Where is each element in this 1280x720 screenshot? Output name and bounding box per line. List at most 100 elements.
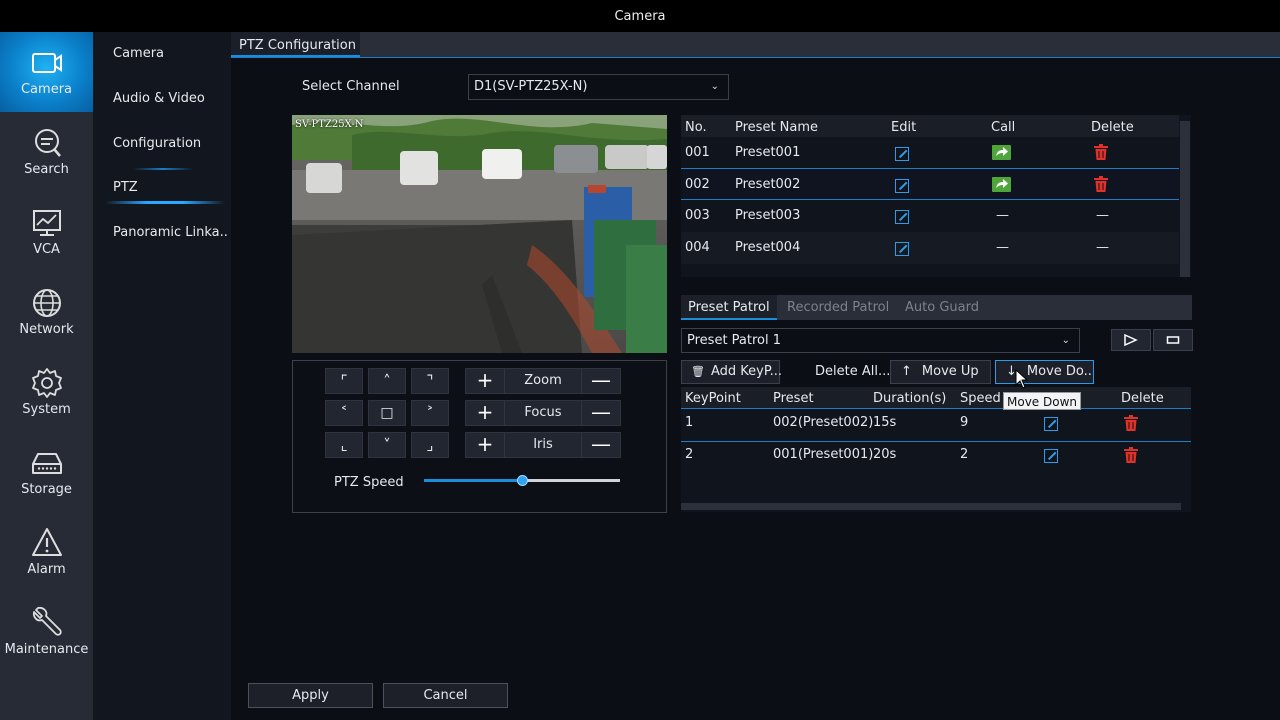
chevron-down-icon: ⌄ [1061,335,1070,346]
ptz-speed-slider[interactable] [424,475,620,486]
ptz-stop-button[interactable]: □ [368,400,406,426]
vca-icon [30,206,64,240]
ptz-down-button[interactable]: ˅ [368,432,406,458]
ptz-up-left-button[interactable]: ⌜ [325,368,363,394]
move-up-button[interactable]: ↑ Move Up [890,360,991,384]
search-icon [30,126,64,160]
tab-auto-guard[interactable]: Auto Guard [905,295,979,320]
col-preset-name: Preset Name [735,120,819,135]
edit-icon[interactable] [1044,417,1058,431]
tab-ptz-configuration[interactable]: PTZ Configuration [231,32,360,57]
chevron-down-icon: ⌄ [710,81,719,92]
focus-near-button[interactable]: + [466,401,504,425]
nav-network[interactable]: Network [0,272,93,352]
nav-vca[interactable]: VCA [0,192,93,272]
ptz-right-button[interactable]: ˃ [411,400,449,426]
zoom-out-button[interactable]: — [582,369,620,393]
ptz-down-left-button[interactable]: ⌞ [325,432,363,458]
keypoint-preset: 002(Preset002) [773,415,874,430]
edit-icon[interactable] [895,210,909,224]
cancel-button[interactable]: Cancel [383,683,508,708]
edit-icon[interactable] [895,147,909,161]
col-delete: Delete [1091,120,1134,135]
zoom-in-button[interactable]: + [466,369,504,393]
preset-table-scrollbar[interactable] [1180,121,1190,277]
ptz-left-button[interactable]: ˂ [325,400,363,426]
nav-system[interactable]: System [0,352,93,432]
table-row[interactable]: 1 002(Preset002) 15s 9 [681,410,1191,442]
channel-select-value: D1(SV-PTZ25X-N) [474,79,588,94]
table-row[interactable]: 002 Preset002 [681,168,1179,200]
table-row[interactable]: 004 Preset004 — — [681,232,1179,264]
trash-icon[interactable] [1094,144,1108,164]
video-frame [292,115,667,353]
globe-icon [30,286,64,320]
table-row[interactable]: 003 Preset003 — — [681,201,1179,233]
edit-icon[interactable] [895,242,909,256]
col-edit: Edit [891,120,917,135]
stop-icon [1166,336,1180,344]
keypoint-table-scrollbar[interactable] [681,503,1181,510]
trash-icon[interactable] [1124,415,1138,435]
nav-storage[interactable]: Storage [0,432,93,512]
call-icon[interactable] [992,145,1011,160]
move-down-button[interactable]: ↓ Move Do.. [995,360,1094,384]
keypoint-speed: 9 [960,415,969,430]
call-unavailable: — [996,240,1009,255]
preset-table-header: No. Preset Name Edit Call Delete [681,115,1179,137]
subnav-panoramic-linkage[interactable]: Panoramic Linka.. [113,225,228,240]
edit-icon[interactable] [895,179,909,193]
table-row[interactable]: 2 001(Preset001) 20s 2 [681,442,1191,474]
start-patrol-button[interactable] [1111,329,1151,351]
nav-search[interactable]: Search [0,112,93,192]
subnav-audio-video[interactable]: Audio & Video [113,91,205,106]
apply-button[interactable]: Apply [248,683,373,708]
nav-camera[interactable]: Camera [0,32,93,112]
preset-name: Preset003 [735,208,801,223]
add-keypoint-button[interactable]: 🗑 Add KeyP... [681,360,782,384]
storage-icon [30,446,64,480]
preset-no: 004 [685,240,710,255]
delete-all-button[interactable]: Delete All... [815,361,890,385]
iris-open-button[interactable]: + [466,433,504,457]
subnav-camera[interactable]: Camera [113,46,164,61]
table-row[interactable]: 001 Preset001 [681,137,1179,169]
preset-no: 002 [685,177,710,192]
delete-unavailable: — [1096,208,1109,223]
subnav-configuration[interactable]: Configuration [113,136,201,151]
move-down-tooltip: Move Down [1003,392,1081,410]
col-preset: Preset [773,391,814,406]
col-speed: Speed [960,391,1001,406]
patrol-tabs: Preset Patrol Recorded Patrol Auto Guard [681,295,1192,320]
subnav-ptz[interactable]: PTZ [105,168,224,204]
preset-table: No. Preset Name Edit Call Delete 001 Pre… [681,115,1191,277]
live-video[interactable]: SV-PTZ25X-N [292,115,667,353]
video-osd-text: SV-PTZ25X-N [295,119,364,130]
edit-icon[interactable] [1044,449,1058,463]
ptz-speed-label: PTZ Speed [334,475,404,490]
tab-recorded-patrol[interactable]: Recorded Patrol [787,295,889,320]
nav-alarm[interactable]: Alarm [0,512,93,592]
tab-preset-patrol[interactable]: Preset Patrol [681,295,777,320]
ptz-up-button[interactable]: ˄ [368,368,406,394]
trash-small-icon: 🗑 [691,365,705,378]
nav-label: Search [24,162,69,177]
channel-select[interactable]: D1(SV-PTZ25X-N) ⌄ [468,74,729,100]
keypoint-preset: 001(Preset001) [773,447,874,462]
ptz-up-right-button[interactable]: ⌝ [411,368,449,394]
trash-icon[interactable] [1124,447,1138,467]
keypoint-duration: 20s [873,447,897,462]
camera-icon [30,46,64,80]
call-icon[interactable] [992,177,1011,192]
col-delete: Delete [1121,391,1164,406]
nav-maintenance[interactable]: Maintenance [0,592,93,672]
trash-icon[interactable] [1094,176,1108,196]
focus-far-button[interactable]: — [582,401,620,425]
warning-icon [30,526,64,560]
mouse-cursor-icon [1015,368,1029,393]
ptz-speed-handle[interactable] [517,475,528,486]
iris-close-button[interactable]: — [582,433,620,457]
stop-patrol-button[interactable] [1153,329,1193,351]
patrol-select[interactable]: Preset Patrol 1 ⌄ [681,328,1080,353]
ptz-down-right-button[interactable]: ⌟ [411,432,449,458]
